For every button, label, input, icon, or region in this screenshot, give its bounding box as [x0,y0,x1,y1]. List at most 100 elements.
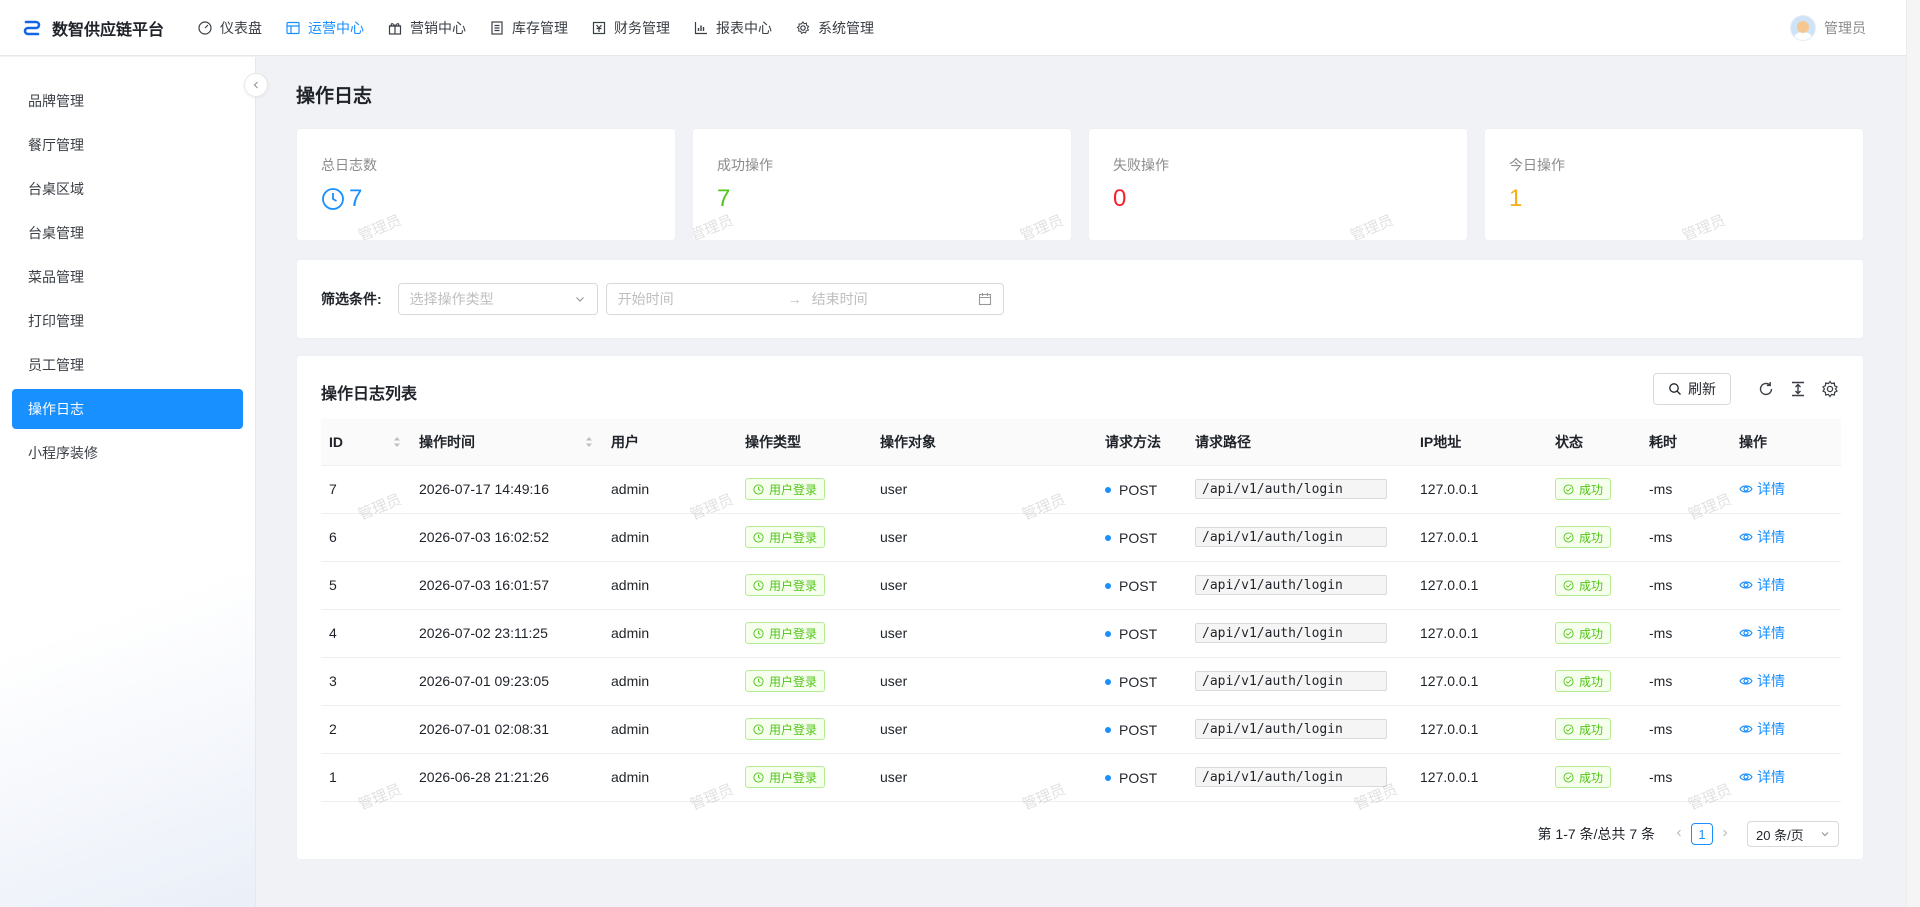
date-range-picker[interactable]: 开始时间 → 结束时间 [605,283,1004,315]
sidebar-item-dish[interactable]: 菜品管理 [12,257,243,297]
sidebar-item-restaurant[interactable]: 餐厅管理 [12,125,243,165]
nav-item-reports[interactable]: 报表中心 [682,0,784,56]
clock-icon [753,627,764,639]
cell-method: POST [1097,705,1187,754]
page-scrollbar[interactable] [1906,0,1920,907]
end-time-input[interactable]: 结束时间 [812,289,978,309]
detail-label: 详情 [1757,625,1785,641]
dashboard-icon [198,20,212,35]
sidebar-item-table-area[interactable]: 台桌区域 [12,169,243,209]
nav-item-dashboard[interactable]: 仪表盘 [186,0,274,56]
nav-item-system[interactable]: 系统管理 [784,0,886,56]
cell-type: 用户登录 [737,561,872,610]
tag-label: 用户登录 [769,770,818,785]
top-nav: 仪表盘 运营中心 营销中心 库存管理 财务管理 报表中心 系统管理 [186,0,886,56]
cell-duration: -ms [1641,465,1731,514]
operation-type-tag: 用户登录 [745,478,826,500]
sidebar-collapse-button[interactable] [244,73,268,97]
detail-link[interactable]: 详情 [1739,479,1785,499]
inventory-icon [491,20,503,35]
status-label: 成功 [1579,674,1604,689]
page-number-button[interactable]: 1 [1691,823,1713,845]
cell-status: 成功 [1547,705,1641,754]
cell-user: admin [603,657,737,706]
sidebar-item-label: 小程序装修 [28,445,98,461]
sidebar-item-table[interactable]: 台桌管理 [12,213,243,253]
column-header-id[interactable]: ID [321,419,411,466]
cell-status: 成功 [1547,513,1641,562]
refresh-button[interactable]: 刷新 [1653,373,1731,405]
cell-id: 5 [321,561,411,610]
page-size-select[interactable]: 20 条/页 [1747,821,1839,847]
user-menu[interactable]: 管理员 [1790,0,1866,56]
prev-page-button[interactable] [1667,827,1691,841]
sidebar-item-miniapp-decoration[interactable]: 小程序装修 [12,433,243,473]
cell-id: 2 [321,705,411,754]
tag-label: 用户登录 [769,530,818,545]
method-label: POST [1119,578,1158,594]
status-dot [1105,583,1111,589]
sidebar-item-print[interactable]: 打印管理 [12,301,243,341]
detail-link[interactable]: 详情 [1739,671,1785,691]
chevron-left-icon [253,81,258,89]
column-header-status: 状态 [1547,419,1641,466]
start-time-input[interactable]: 开始时间 [618,289,778,309]
status-dot [1105,727,1111,733]
stat-label: 失败操作 [1113,157,1169,173]
cell-duration: -ms [1641,609,1731,658]
cell-type: 用户登录 [737,513,872,562]
sidebar-item-operation-log[interactable]: 操作日志 [12,389,243,429]
stat-value: 1 [1509,185,1839,213]
operations-icon [286,21,300,34]
check-circle-icon [1563,723,1574,735]
chart-icon [694,21,707,34]
clock-icon [753,483,764,495]
cell-path: /api/v1/auth/login [1187,561,1412,610]
settings-icon[interactable] [1821,380,1839,398]
clock-icon [753,723,764,735]
sidebar-item-label: 员工管理 [28,357,84,373]
detail-link[interactable]: 详情 [1739,767,1785,787]
detail-link[interactable]: 详情 [1739,527,1785,547]
next-page-button[interactable] [1713,827,1737,841]
sort-icon[interactable] [585,435,593,449]
sidebar-item-brand[interactable]: 品牌管理 [12,81,243,121]
nav-item-finance[interactable]: 财务管理 [580,0,682,56]
nav-item-inventory[interactable]: 库存管理 [478,0,580,56]
nav-label: 财务管理 [614,19,670,36]
tag-label: 用户登录 [769,482,818,497]
status-label: 成功 [1579,770,1604,785]
table-row: 3 2026-07-01 09:23:05 admin 用户登录 user POST/ap… [321,657,1841,706]
cell-duration: -ms [1641,753,1731,802]
detail-link[interactable]: 详情 [1739,575,1785,595]
eye-icon [1739,533,1753,541]
check-circle-icon [1563,483,1574,495]
request-path-code: /api/v1/auth/login [1195,575,1387,595]
check-circle-icon [1563,579,1574,591]
table-row: 5 2026-07-03 16:01:57 admin 用户登录 user POST/ap… [321,561,1841,610]
table-title: 操作日志列表 [321,386,418,403]
stat-card-today: 今日操作 1 管理员 [1484,128,1864,241]
column-header-path: 请求路径 [1187,419,1412,466]
watermark: 管理员 [1679,212,1728,241]
column-header-time[interactable]: 操作时间 [411,419,603,466]
cell-ip: 127.0.0.1 [1412,561,1547,610]
column-height-icon[interactable] [1789,380,1807,398]
sidebar-item-staff[interactable]: 员工管理 [12,345,243,385]
nav-item-marketing[interactable]: 营销中心 [376,0,478,56]
operation-type-select[interactable]: 选择操作类型 [397,283,598,315]
status-label: 成功 [1579,530,1604,545]
eye-icon [1739,773,1753,781]
cell-action: 详情 [1731,753,1841,802]
nav-item-operations[interactable]: 运营中心 [274,0,376,56]
sort-icon[interactable] [393,435,401,449]
reload-icon[interactable] [1757,380,1775,398]
cell-status: 成功 [1547,609,1641,658]
cell-ip: 127.0.0.1 [1412,513,1547,562]
cell-user: admin [603,513,737,562]
check-circle-icon [1563,771,1574,783]
cell-ip: 127.0.0.1 [1412,705,1547,754]
detail-link[interactable]: 详情 [1739,623,1785,643]
app-logo[interactable]: 数智供应链平台 [0,16,180,40]
detail-link[interactable]: 详情 [1739,719,1785,739]
